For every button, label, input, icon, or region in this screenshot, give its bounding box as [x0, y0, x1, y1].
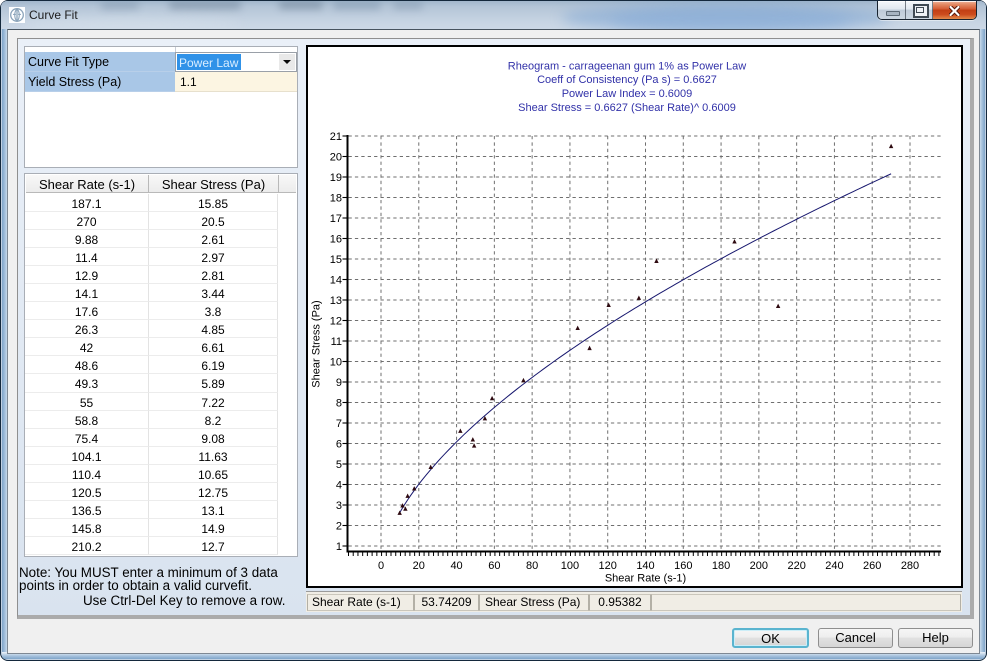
svg-text:40: 40 [450, 560, 462, 572]
svg-text:9: 9 [336, 377, 342, 389]
svg-text:0: 0 [378, 560, 384, 572]
svg-text:4: 4 [336, 479, 342, 491]
svg-text:100: 100 [561, 560, 579, 572]
svg-text:11: 11 [331, 336, 342, 348]
svg-text:240: 240 [825, 560, 843, 572]
svg-text:1: 1 [336, 541, 342, 553]
svg-text:8: 8 [336, 397, 342, 409]
svg-text:220: 220 [787, 560, 805, 572]
svg-text:16: 16 [330, 233, 342, 245]
svg-text:3: 3 [336, 500, 342, 512]
svg-text:20: 20 [330, 151, 342, 163]
svg-text:18: 18 [330, 192, 342, 204]
svg-text:60: 60 [488, 560, 500, 572]
svg-text:13: 13 [330, 295, 342, 307]
svg-text:21: 21 [330, 131, 342, 143]
svg-text:5: 5 [336, 459, 342, 471]
svg-text:140: 140 [636, 560, 654, 572]
svg-text:19: 19 [330, 172, 342, 184]
svg-text:6: 6 [336, 438, 342, 450]
svg-text:160: 160 [674, 560, 692, 572]
svg-text:17: 17 [330, 213, 342, 225]
svg-text:Shear Rate (s-1): Shear Rate (s-1) [605, 573, 686, 585]
svg-text:Shear Stress (Pa): Shear Stress (Pa) [311, 300, 323, 387]
svg-text:200: 200 [750, 560, 768, 572]
svg-text:280: 280 [901, 560, 919, 572]
svg-text:Shear Stress = 0.6627 (Shear R: Shear Stress = 0.6627 (Shear Rate)^ 0.60… [518, 102, 736, 114]
svg-text:Rheogram - carrageenan gum 1%: Rheogram - carrageenan gum 1% as Power L… [508, 61, 747, 73]
svg-text:120: 120 [599, 560, 617, 572]
svg-text:2: 2 [336, 520, 342, 532]
svg-text:10: 10 [330, 356, 342, 368]
svg-text:260: 260 [863, 560, 881, 572]
svg-text:20: 20 [413, 560, 425, 572]
svg-text:180: 180 [712, 560, 730, 572]
svg-text:14: 14 [330, 274, 342, 286]
svg-text:12: 12 [330, 315, 342, 327]
svg-text:15: 15 [330, 254, 342, 266]
svg-text:Power Law Index = 0.6009: Power Law Index = 0.6009 [562, 88, 693, 100]
svg-text:80: 80 [526, 560, 538, 572]
svg-text:Coeff of Consistency (Pa s) =: Coeff of Consistency (Pa s) = 0.6627 [537, 74, 717, 86]
svg-text:7: 7 [336, 418, 342, 430]
